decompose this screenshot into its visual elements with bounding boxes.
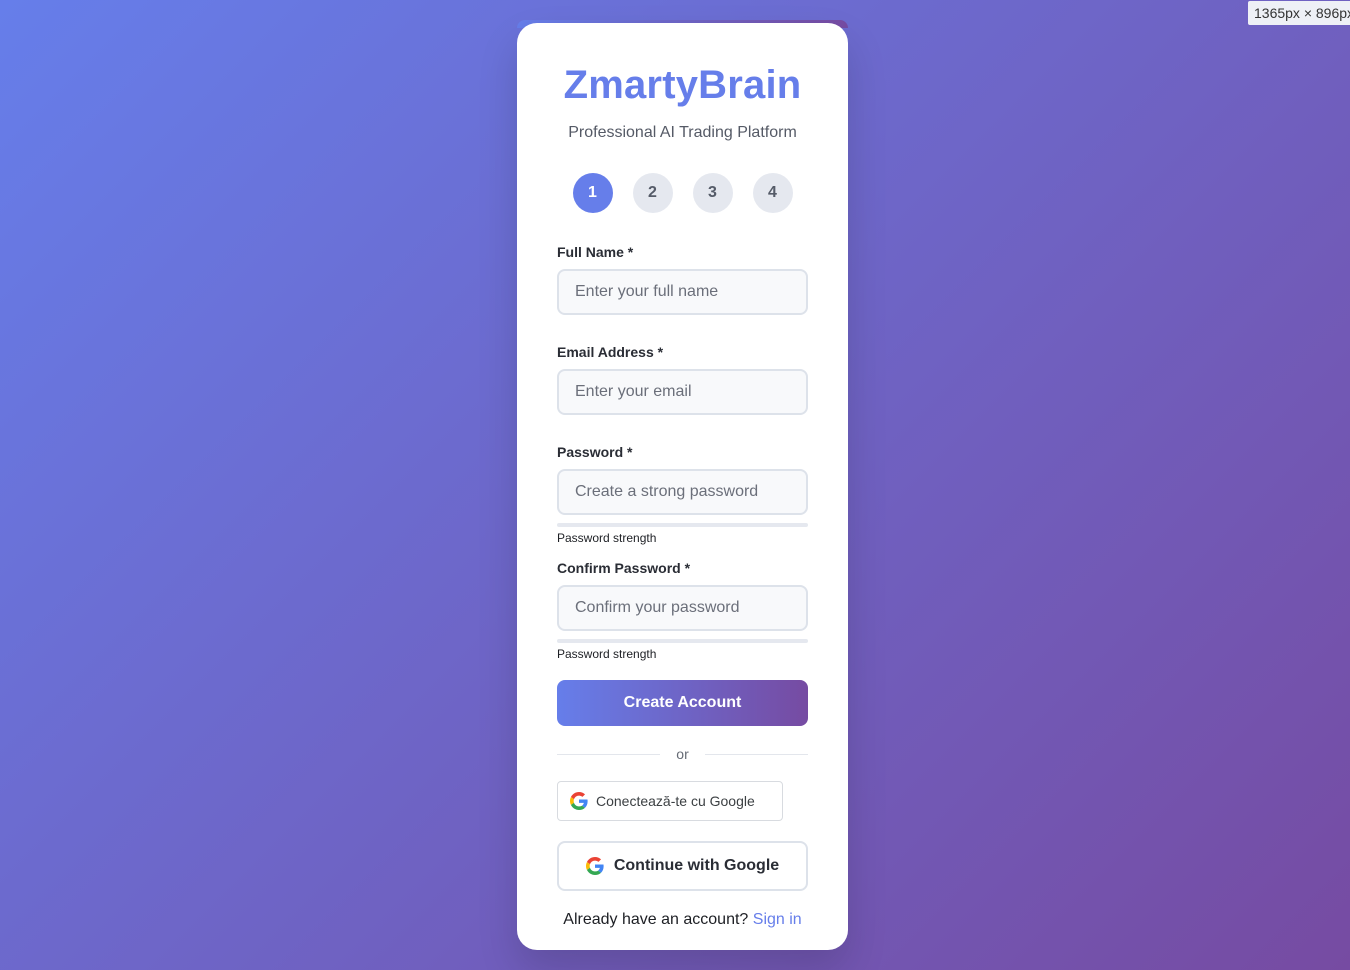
signup-card: ZmartyBrain Professional AI Trading Plat…: [517, 23, 848, 950]
step-2: 2: [632, 173, 673, 213]
email-input[interactable]: [557, 369, 808, 415]
continue-with-google-label: Continue with Google: [613, 857, 780, 874]
brand-title: ZmartyBrain: [563, 63, 802, 107]
full-name-group: Full Name *: [557, 243, 808, 315]
step-4: 4: [752, 173, 793, 213]
password-input[interactable]: [557, 469, 808, 515]
google-signin-button-small[interactable]: Conectează-te cu Google: [557, 781, 783, 821]
continue-with-google-button[interactable]: Continue with Google: [557, 841, 808, 891]
google-g-icon: [585, 857, 604, 875]
divider-text: or: [676, 746, 689, 762]
step-3: 3: [692, 173, 733, 213]
password-label: Password *: [557, 444, 633, 460]
full-name-input[interactable]: [557, 269, 808, 315]
viewport-size-badge: 1365px × 896px: [1248, 1, 1350, 25]
divider-line-right: [704, 753, 809, 755]
signin-prompt: Already have an account?: [563, 911, 749, 928]
full-name-label: Full Name *: [557, 244, 634, 260]
create-account-button[interactable]: Create Account: [557, 680, 808, 726]
password-strength-bar: [557, 523, 808, 527]
google-g-icon: [570, 792, 588, 810]
password-group: Password * Password strength: [557, 443, 808, 545]
confirm-password-label: Confirm Password *: [557, 560, 691, 576]
confirm-password-group: Confirm Password * Password strength: [557, 559, 808, 661]
step-1: 1: [572, 173, 613, 213]
password-strength-text: Password strength: [557, 531, 657, 545]
or-divider: or: [557, 746, 809, 762]
email-group: Email Address *: [557, 343, 808, 415]
step-indicator: 1 2 3 4: [557, 173, 808, 213]
brand-tagline: Professional AI Trading Platform: [568, 124, 797, 141]
google-signin-small-label: Conectează-te cu Google: [596, 793, 755, 809]
confirm-password-strength-bar: [557, 639, 808, 643]
confirm-password-input[interactable]: [557, 585, 808, 631]
signup-form: Full Name * Email Address * Password * P…: [557, 243, 808, 726]
email-label: Email Address *: [557, 344, 664, 360]
divider-line-left: [557, 753, 661, 755]
signin-link[interactable]: Sign in: [753, 911, 802, 928]
confirm-password-strength-text: Password strength: [557, 647, 657, 661]
signin-row: Already have an account? Sign in: [557, 911, 808, 929]
